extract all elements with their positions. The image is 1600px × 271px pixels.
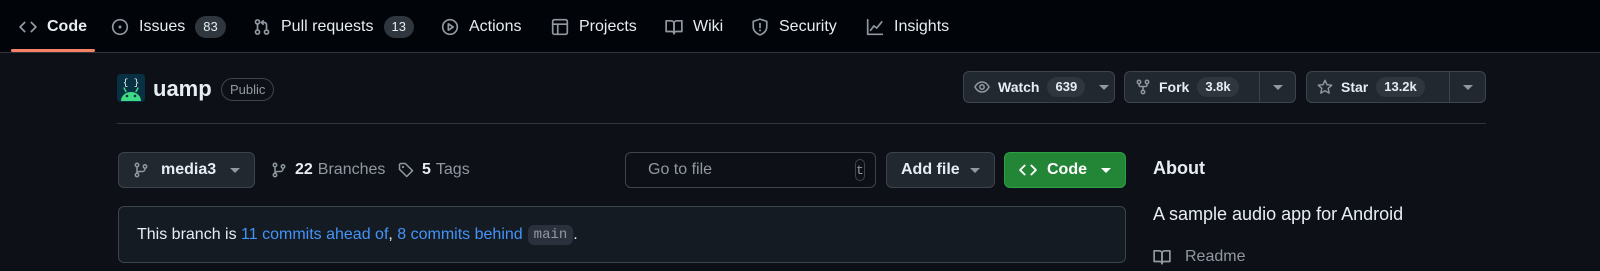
issue-opened-icon xyxy=(111,18,129,36)
watch-dropdown-button[interactable] xyxy=(1095,72,1110,102)
svg-text:{ }: { } xyxy=(123,78,139,88)
play-icon xyxy=(441,18,459,36)
tab-wiki[interactable]: Wiki xyxy=(665,0,723,53)
add-file-label: Add file xyxy=(901,161,960,178)
star-button-group: Star 13.2k xyxy=(1306,71,1486,103)
chevron-down-icon xyxy=(1272,84,1283,90)
header-divider xyxy=(117,123,1486,124)
branch-name: media3 xyxy=(161,161,217,178)
about-heading: About xyxy=(1153,158,1205,178)
base-branch-code: main xyxy=(527,224,574,245)
code-button-label: Code xyxy=(1047,161,1087,178)
git-branch-icon xyxy=(134,162,148,178)
book-icon xyxy=(1153,249,1171,265)
pull-requests-counter: 13 xyxy=(383,15,414,38)
branches-link[interactable]: 22 Branches xyxy=(271,152,385,188)
branch-status-suffix: . xyxy=(573,225,578,243)
chevron-down-icon xyxy=(1099,84,1110,90)
tab-label: Insights xyxy=(894,17,950,35)
code-icon xyxy=(19,18,37,36)
tab-projects[interactable]: Projects xyxy=(551,0,637,53)
add-file-button[interactable]: Add file xyxy=(886,152,995,188)
book-icon xyxy=(665,18,683,36)
repo-name-link[interactable]: uamp xyxy=(153,74,212,104)
table-icon xyxy=(551,18,569,36)
tab-label: Actions xyxy=(469,17,522,35)
fork-button[interactable]: Fork 3.8k xyxy=(1125,72,1259,102)
repo-avatar[interactable]: { } xyxy=(117,74,145,102)
git-pull-request-icon xyxy=(253,18,271,36)
code-icon xyxy=(1019,164,1037,176)
git-branch-icon xyxy=(272,162,286,178)
tags-link[interactable]: 5 Tags xyxy=(398,152,470,188)
go-to-file-input[interactable] xyxy=(648,161,855,179)
tag-icon xyxy=(398,162,414,178)
branches-count: 22 xyxy=(295,161,313,178)
commits-ahead-link[interactable]: 11 commits ahead of xyxy=(241,226,388,244)
go-to-file-field[interactable]: t xyxy=(625,152,876,188)
tab-label: Pull requests xyxy=(281,17,374,35)
chevron-down-icon xyxy=(970,167,980,173)
keyboard-shortcut-hint: t xyxy=(855,159,865,181)
eye-icon xyxy=(974,81,990,93)
tab-issues[interactable]: Issues 83 xyxy=(111,0,226,53)
tab-security[interactable]: Security xyxy=(751,0,837,53)
graph-icon xyxy=(866,18,884,36)
tab-label: Code xyxy=(47,17,87,35)
watch-button-group: Watch 639 xyxy=(963,71,1115,103)
tags-count: 5 xyxy=(422,161,431,178)
tab-label: Security xyxy=(779,17,837,35)
visibility-badge: Public xyxy=(221,78,275,101)
readme-link[interactable]: Readme xyxy=(1153,248,1245,266)
star-icon xyxy=(1317,79,1333,94)
chevron-down-icon xyxy=(1462,84,1473,90)
branch-status-prefix: This branch is xyxy=(137,225,242,243)
branch-comparison-banner: This branch is 11 commits ahead of , 8 c… xyxy=(118,206,1126,263)
watch-button[interactable]: Watch 639 xyxy=(964,72,1095,102)
star-button[interactable]: Star 13.2k xyxy=(1307,72,1449,102)
tab-label: Wiki xyxy=(693,17,724,35)
issues-counter: 83 xyxy=(195,15,226,38)
star-label: Star xyxy=(1341,79,1369,95)
android-logo-icon: { } xyxy=(117,74,145,102)
selected-tab-indicator xyxy=(11,49,95,52)
star-dropdown-button[interactable] xyxy=(1449,72,1485,102)
watch-label: Watch xyxy=(998,79,1040,95)
repo-nav: Code Issues 83 Pull requests 13 Actions … xyxy=(0,0,1600,53)
code-button[interactable]: Code xyxy=(1004,152,1126,188)
shield-icon xyxy=(751,17,769,36)
tab-insights[interactable]: Insights xyxy=(866,0,949,53)
branch-status-separator: , xyxy=(388,225,398,243)
tab-actions[interactable]: Actions xyxy=(441,0,521,53)
readme-label: Readme xyxy=(1185,248,1246,265)
tab-label: Projects xyxy=(579,17,637,35)
branches-label: Branches xyxy=(317,161,386,178)
commits-behind-link[interactable]: 8 commits behind xyxy=(397,226,522,244)
tab-code[interactable]: Code xyxy=(19,0,87,53)
chevron-down-icon xyxy=(1101,167,1111,173)
tags-label: Tags xyxy=(435,161,470,178)
fork-dropdown-button[interactable] xyxy=(1259,72,1295,102)
fork-button-group: Fork 3.8k xyxy=(1124,71,1296,103)
fork-counter: 3.8k xyxy=(1197,77,1239,97)
chevron-down-icon xyxy=(230,167,240,173)
branch-select-button[interactable]: media3 xyxy=(118,152,255,188)
watch-counter: 639 xyxy=(1047,77,1086,97)
repo-forked-icon xyxy=(1136,79,1150,95)
tab-label: Issues xyxy=(139,17,186,35)
star-counter: 13.2k xyxy=(1376,77,1425,97)
tab-pull-requests[interactable]: Pull requests 13 xyxy=(253,0,414,53)
fork-label: Fork xyxy=(1159,79,1190,95)
repo-description: A sample audio app for Android xyxy=(1153,204,1404,224)
